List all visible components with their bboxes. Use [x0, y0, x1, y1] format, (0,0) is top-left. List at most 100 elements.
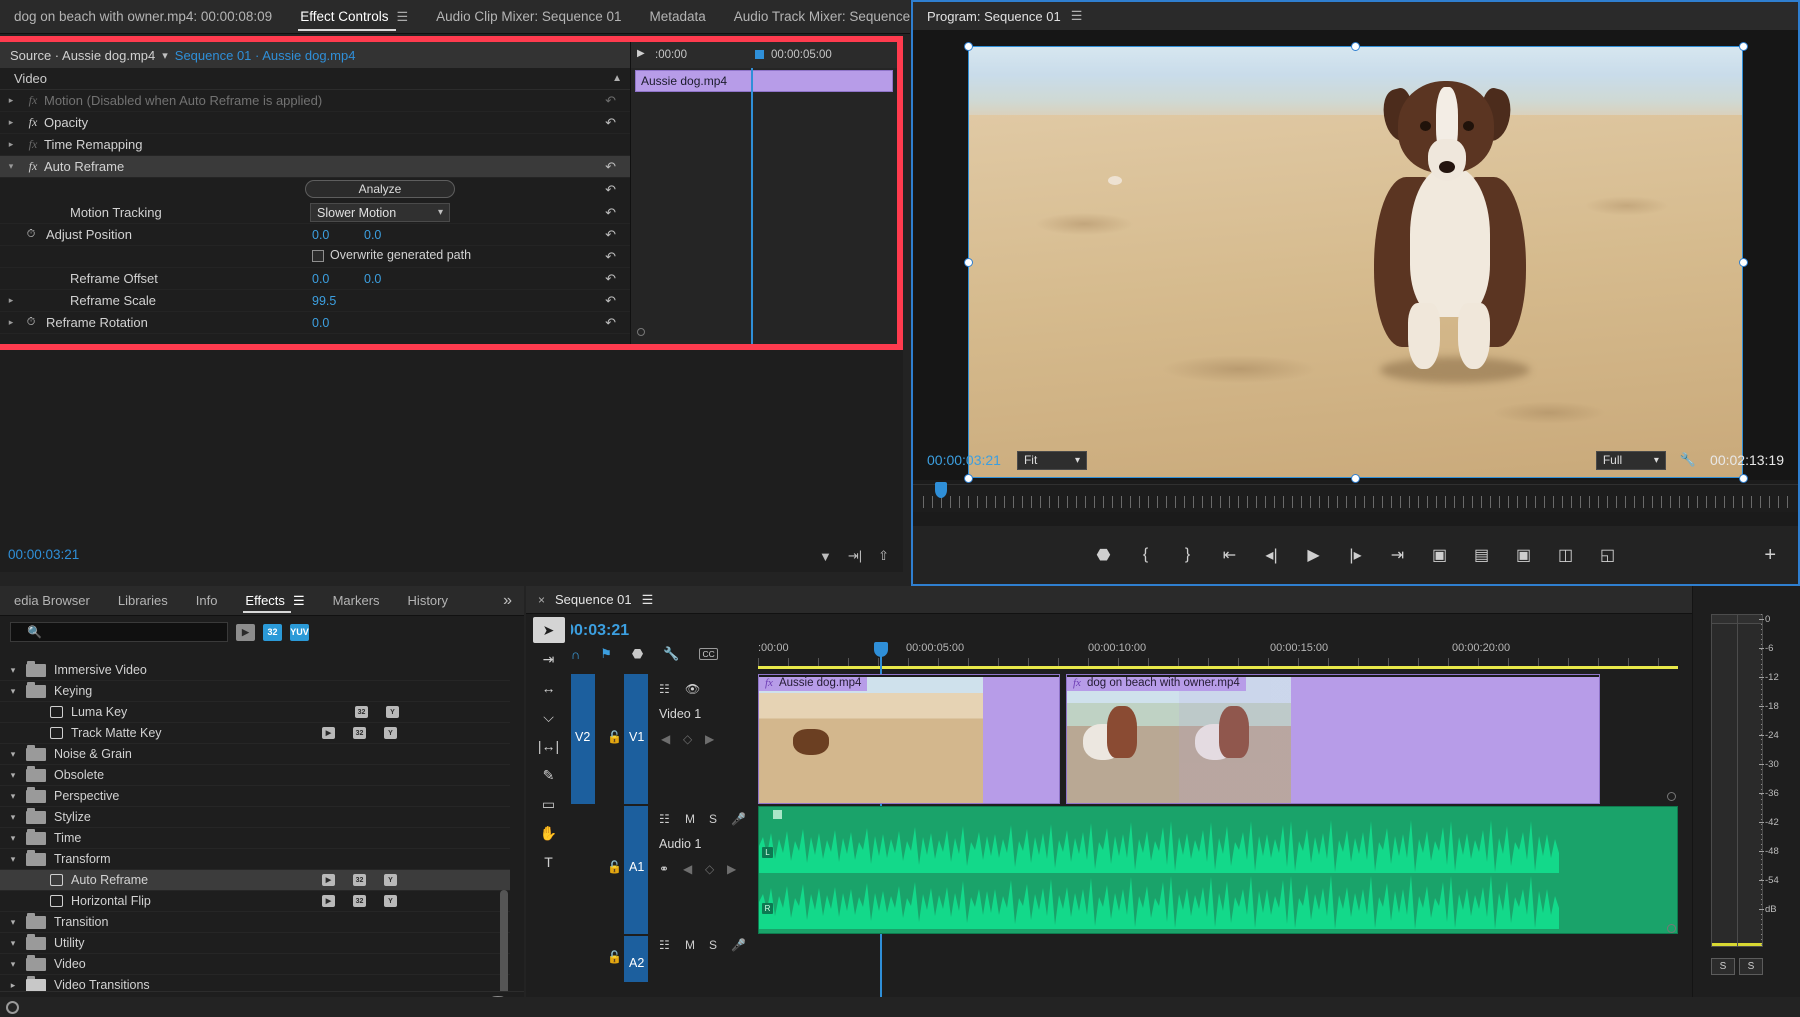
prev-keyframe-icon[interactable]: ◀ [661, 732, 670, 746]
button-editor-plus[interactable]: + [1764, 544, 1776, 567]
next-keyframe-icon[interactable]: ▶ [705, 732, 714, 746]
tree-folder-immersive-video[interactable]: ▾ Immersive Video [0, 660, 510, 681]
tree-effect-track-matte-key[interactable]: Track Matte Key ▶ 32 Y [0, 723, 510, 744]
param-row-time-remapping[interactable]: ▸ fx Time Remapping [0, 134, 630, 156]
tab-source-clip[interactable]: dog on beach with owner.mp4: 00:00:08:09 [0, 0, 286, 34]
tab-history[interactable]: History [394, 586, 462, 616]
program-playhead[interactable] [935, 482, 947, 498]
tree-folder-transform[interactable]: ▾ Transform [0, 849, 510, 870]
chevron-down-icon[interactable]: ▾ [0, 854, 26, 865]
lift-button[interactable]: ▣ [1430, 545, 1450, 565]
chevron-down-icon[interactable]: ▾ [162, 49, 168, 62]
solo-button-right[interactable]: S [1739, 958, 1763, 975]
comparison-view-button[interactable]: ◫ [1556, 545, 1576, 565]
stopwatch-icon[interactable]: ⏱ [22, 316, 40, 329]
volume-knob-icon[interactable]: ⚭ [659, 862, 669, 876]
handle-top-left[interactable] [964, 42, 973, 51]
tree-folder-perspective[interactable]: ▾ Perspective [0, 786, 510, 807]
tree-effect-horizontal-flip[interactable]: Horizontal Flip ▶ 32 Y [0, 891, 510, 912]
program-monitor-ruler[interactable] [913, 484, 1798, 512]
hamburger-icon[interactable]: ☰ [642, 592, 654, 608]
tree-folder-stylize[interactable]: ▾ Stylize [0, 807, 510, 828]
sequence-clip-label[interactable]: Sequence 01 · Aussie dog.mp4 [175, 48, 356, 63]
tab-audio-track-mixer[interactable]: Audio Track Mixer: Sequence 01 [720, 0, 943, 34]
source-clip-label[interactable]: Source · Aussie dog.mp4 [10, 48, 155, 63]
chevron-down-icon[interactable]: ▾ [0, 812, 26, 823]
adjust-position-x[interactable]: 0.0 [312, 228, 329, 242]
record-indicator-icon[interactable] [6, 1001, 19, 1014]
playback-resolution-select[interactable]: Full ▾ [1596, 451, 1666, 470]
audio-meter-bars[interactable] [1711, 614, 1763, 947]
track-lock-icon[interactable]: 🔓 [607, 950, 622, 964]
reset-arrow-icon[interactable]: ↶ [605, 159, 616, 175]
settings-wrench-icon[interactable]: 🔧 [1680, 452, 1696, 468]
reset-arrow-icon[interactable]: ↶ [605, 205, 616, 221]
program-current-timecode[interactable]: 00:00:03:21 [927, 452, 1001, 468]
param-row-opacity[interactable]: ▸ fx Opacity ↶ [0, 112, 630, 134]
solo-button-left[interactable]: S [1711, 958, 1735, 975]
program-duration-timecode[interactable]: 00:02:13:19 [1710, 452, 1784, 468]
handle-mid-left[interactable] [964, 258, 973, 267]
eye-icon[interactable]: 👁 [685, 682, 700, 696]
program-monitor-video[interactable] [968, 46, 1743, 478]
go-to-out-button[interactable]: ⇥ [1388, 545, 1408, 565]
param-row-motion-tracking[interactable]: Motion Tracking Slower Motion ▾ ↶ [0, 202, 630, 224]
chevron-down-icon[interactable]: ▾ [0, 770, 26, 781]
accelerated-effects-filter[interactable]: ▶ [236, 624, 255, 641]
timeline-settings-wrench[interactable]: 🔧 [663, 646, 679, 662]
effect-controls-timecode[interactable]: 00:00:03:21 [8, 547, 79, 562]
mute-track-icon[interactable]: M [685, 938, 695, 952]
chevron-down-icon[interactable]: ▾ [0, 686, 26, 697]
audio-track-clips[interactable]: L R [758, 806, 1678, 934]
param-row-reframe-scale[interactable]: ▸ Reframe Scale 99.5 ↶ [0, 290, 630, 312]
effects-tree[interactable]: ▾ Immersive Video ▾ Keying Luma Key 32 Y [0, 660, 510, 991]
razor-tool[interactable]: ✎ [533, 762, 565, 788]
tree-folder-video[interactable]: ▾ Video [0, 954, 510, 975]
chevron-down-icon[interactable]: ▾ [0, 665, 26, 676]
zoom-level-select[interactable]: Fit ▾ [1017, 451, 1087, 470]
track-select-forward-tool[interactable]: ⇥ [533, 646, 565, 672]
timeline-ruler[interactable]: :00:00 00:00:05:00 00:00:10:00 00:00:15:… [758, 642, 1678, 666]
adjust-position-y[interactable]: 0.0 [364, 228, 381, 242]
program-monitor-title[interactable]: Program: Sequence 01 [927, 9, 1061, 24]
twirl-icon[interactable]: ▸ [0, 95, 22, 106]
chevron-down-icon[interactable]: ▾ [0, 938, 26, 949]
audio-track-toggle-dot[interactable] [1667, 924, 1676, 933]
tab-effect-controls[interactable]: Effect Controls ☰ [286, 0, 422, 34]
overwrite-generated-path-checkbox[interactable] [312, 250, 324, 262]
tab-info[interactable]: Info [182, 586, 232, 616]
play-icon[interactable]: ▶ [637, 48, 645, 59]
effect-controls-mini-timeline[interactable]: ▶ :00:00 00:00:05:00 Aussie dog.mp4 [630, 42, 897, 344]
yuv-color-filter[interactable]: YUV [290, 624, 309, 641]
program-monitor-stage[interactable] [913, 30, 1798, 480]
twirl-icon[interactable]: ▸ [0, 295, 22, 306]
param-row-overwrite-path[interactable]: Overwrite generated path ↶ [0, 246, 630, 268]
type-tool[interactable]: T [533, 849, 565, 875]
chevron-down-icon[interactable]: ▾ [0, 917, 26, 928]
add-marker-tool[interactable]: ⚑ [600, 646, 612, 662]
param-row-auto-reframe[interactable]: ▾ fx Auto Reframe ↶ [0, 156, 630, 178]
go-to-in-button[interactable]: ⇤ [1220, 545, 1240, 565]
export-frame-icon[interactable]: ⇥| [848, 548, 862, 564]
mic-icon[interactable]: 🎤 [731, 938, 746, 952]
stopwatch-icon[interactable]: ⏱ [22, 228, 40, 241]
twirl-icon[interactable]: ▸ [0, 317, 22, 328]
chevron-up-icon[interactable]: ▲ [612, 73, 622, 84]
motion-tracking-select[interactable]: Slower Motion ▾ [310, 203, 450, 222]
ripple-edit-tool[interactable]: ↔ [533, 675, 565, 701]
twirl-icon[interactable]: ▾ [0, 161, 22, 172]
solo-track-icon[interactable]: S [709, 938, 717, 952]
tree-folder-obsolete[interactable]: ▾ Obsolete [0, 765, 510, 786]
render-bar[interactable] [758, 666, 1678, 669]
mic-icon[interactable]: 🎤 [731, 812, 746, 826]
hand-tool[interactable]: ✋ [533, 820, 565, 846]
prev-keyframe-icon[interactable]: ◀ [683, 862, 692, 876]
handle-top-center[interactable] [1351, 42, 1360, 51]
timeline-clip-dog-on-beach[interactable]: fx dog on beach with owner.mp4 [1066, 674, 1600, 804]
tree-folder-utility[interactable]: ▾ Utility [0, 933, 510, 954]
rate-stretch-tool[interactable]: |↔| [533, 733, 565, 759]
add-marker-button[interactable]: ⬣ [1094, 545, 1114, 565]
tab-libraries[interactable]: Libraries [104, 586, 182, 616]
tab-markers[interactable]: Markers [319, 586, 394, 616]
chevron-down-icon[interactable]: ▾ [0, 833, 26, 844]
